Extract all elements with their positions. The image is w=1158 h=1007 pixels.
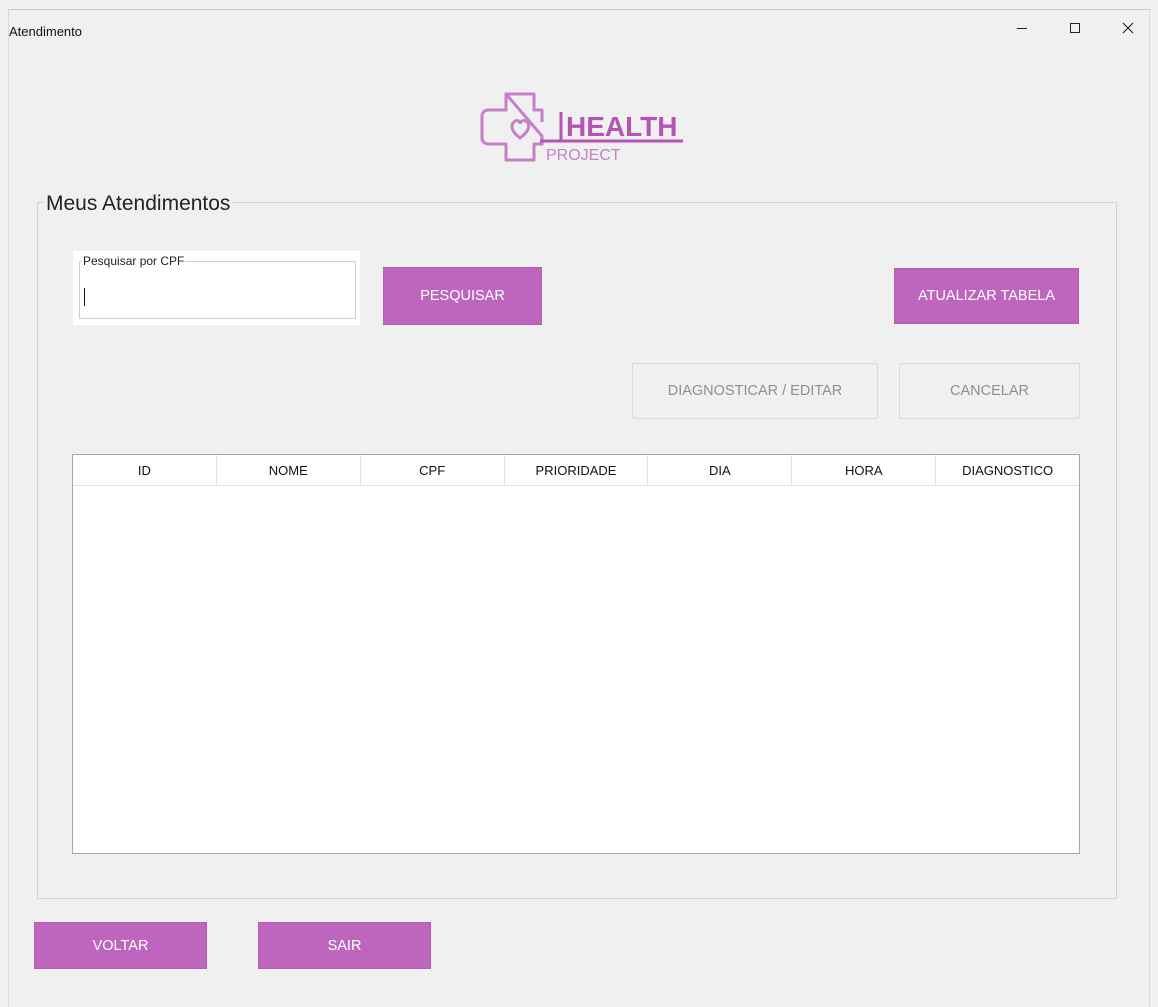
logo-word-health: HEALTH [566, 111, 677, 142]
title-bar: Atendimento [9, 10, 1149, 50]
exit-button[interactable]: SAIR [258, 922, 431, 969]
column-header-id[interactable]: ID [73, 455, 217, 485]
cpf-search-box: Pesquisar por CPF [73, 251, 360, 325]
maximize-button[interactable] [1052, 10, 1098, 50]
column-header-hora[interactable]: HORA [792, 455, 937, 485]
cpf-search-label: Pesquisar por CPF [82, 254, 186, 268]
search-button[interactable]: PESQUISAR [383, 267, 542, 325]
column-header-cpf[interactable]: CPF [361, 455, 505, 485]
section-title: Meus Atendimentos [44, 191, 233, 217]
window-title: Atendimento [9, 24, 82, 39]
diagnose-edit-button[interactable]: DIAGNOSTICAR / EDITAR [632, 363, 878, 419]
close-button[interactable] [1105, 10, 1151, 50]
refresh-table-button[interactable]: ATUALIZAR TABELA [894, 268, 1079, 324]
maximize-icon [1069, 21, 1081, 39]
cancel-button[interactable]: CANCELAR [899, 363, 1080, 419]
column-header-prioridade[interactable]: PRIORIDADE [505, 455, 649, 485]
appointments-table[interactable]: ID NOME CPF PRIORIDADE DIA HORA DIAGNOST… [72, 454, 1080, 854]
minimize-icon [1016, 21, 1028, 39]
logo-word-project: PROJECT [546, 147, 621, 164]
table-header: ID NOME CPF PRIORIDADE DIA HORA DIAGNOST… [73, 455, 1079, 486]
cpf-search-input[interactable] [81, 283, 353, 313]
column-header-diagnostico[interactable]: DIAGNOSTICO [936, 455, 1079, 485]
text-caret [84, 288, 85, 306]
close-icon [1122, 21, 1134, 39]
column-header-dia[interactable]: DIA [648, 455, 793, 485]
minimize-button[interactable] [999, 10, 1045, 50]
column-header-nome[interactable]: NOME [217, 455, 361, 485]
health-project-logo: HEALTH PROJECT [476, 92, 686, 172]
back-button[interactable]: VOLTAR [34, 922, 207, 969]
